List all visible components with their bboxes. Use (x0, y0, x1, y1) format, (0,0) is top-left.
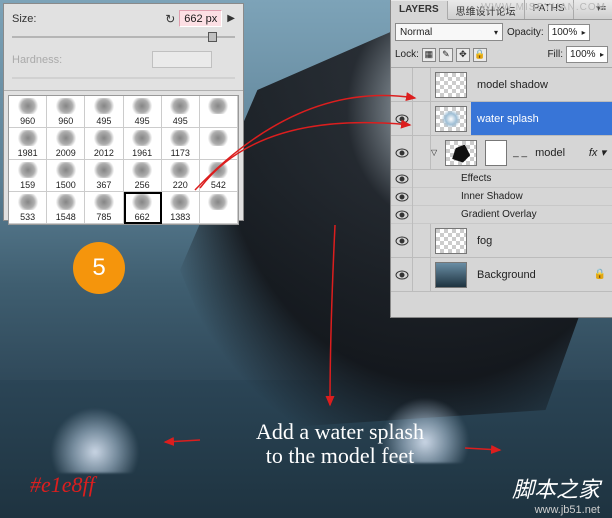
brush-preset[interactable]: 1981 (9, 128, 47, 160)
layer-row[interactable]: fog (391, 224, 612, 258)
layer-name[interactable]: water splash (471, 102, 612, 135)
layer-thumbnail[interactable] (435, 72, 467, 98)
opacity-label: Opacity: (507, 27, 544, 38)
step-badge: 5 (73, 242, 125, 294)
brush-preset[interactable]: 495 (162, 96, 200, 128)
visibility-toggle[interactable] (391, 68, 413, 101)
brush-preset[interactable]: 533 (9, 192, 47, 224)
visibility-toggle[interactable] (391, 224, 413, 257)
fill-label: Fill: (547, 49, 563, 60)
brush-preset[interactable]: 960 (9, 96, 47, 128)
fx-indicator[interactable]: fx ▾ (589, 146, 606, 159)
brush-preset[interactable]: 662 (124, 192, 162, 224)
brush-preset[interactable]: 542 (200, 160, 238, 192)
brush-preset[interactable]: 495 (124, 96, 162, 128)
layer-row[interactable]: model shadow (391, 68, 612, 102)
lock-label: Lock: (395, 49, 419, 60)
brush-preset[interactable] (200, 192, 238, 224)
layer-row[interactable]: water splash (391, 102, 612, 136)
brush-preset[interactable]: 367 (85, 160, 123, 192)
brush-preset[interactable]: 1961 (124, 128, 162, 160)
watermark-cn: 脚本之家 (512, 472, 600, 504)
brush-preset[interactable] (200, 96, 238, 128)
brush-preset[interactable]: 960 (47, 96, 85, 128)
brush-grid: 9609604954954951981200920121961117315915… (8, 95, 239, 225)
visibility-toggle[interactable] (391, 258, 413, 291)
layer-thumbnail[interactable] (445, 140, 477, 166)
layer-row[interactable]: ▽ _ _ model fx ▾ (391, 136, 612, 170)
brush-preset[interactable] (200, 128, 238, 160)
layer-name[interactable]: model shadow (471, 68, 612, 101)
layer-thumbnail[interactable] (435, 262, 467, 288)
brush-preset[interactable]: 785 (85, 192, 123, 224)
color-code-label: #e1e8ff (30, 472, 95, 498)
lock-pixels-icon[interactable]: ✎ (439, 48, 453, 62)
vector-mask-thumbnail[interactable] (485, 140, 507, 166)
size-slider[interactable] (12, 31, 235, 45)
effects-header[interactable]: Effects (391, 170, 612, 188)
lock-all-icon[interactable]: 🔒 (473, 48, 487, 62)
layer-thumbnail[interactable] (435, 106, 467, 132)
brush-preset[interactable]: 159 (9, 160, 47, 192)
watermark-url: www.jb51.net (535, 504, 600, 516)
layer-name[interactable]: Background (471, 258, 594, 291)
brush-preset[interactable]: 1383 (162, 192, 200, 224)
effect-item[interactable]: Gradient Overlay (391, 206, 612, 224)
tab-layers[interactable]: LAYERS (391, 1, 448, 20)
brush-preset[interactable]: 1173 (162, 128, 200, 160)
size-field[interactable]: 662 px (179, 10, 222, 27)
lock-transparency-icon[interactable]: ▦ (422, 48, 436, 62)
brush-preset[interactable]: 495 (85, 96, 123, 128)
brush-preset[interactable]: 1500 (47, 160, 85, 192)
blend-mode-value: Normal (400, 27, 432, 38)
visibility-toggle[interactable] (391, 206, 413, 224)
hardness-label: Hardness: (12, 54, 62, 66)
visibility-toggle[interactable] (391, 188, 413, 206)
effect-item[interactable]: Inner Shadow (391, 188, 612, 206)
expand-fx-icon[interactable]: ▽ (431, 148, 437, 157)
size-slider-thumb[interactable] (208, 32, 217, 42)
layer-name[interactable]: model (529, 136, 589, 169)
brush-preset[interactable]: 2012 (85, 128, 123, 160)
brush-preset[interactable]: 1548 (47, 192, 85, 224)
layer-list: model shadow water splash ▽ _ _ model fx… (391, 68, 612, 316)
size-value: 662 px (184, 13, 217, 25)
visibility-toggle[interactable] (391, 136, 413, 169)
blend-mode-dropdown[interactable]: Normal ▾ (395, 23, 503, 41)
layer-name[interactable]: fog (471, 224, 612, 257)
splash-effect-left (40, 403, 150, 473)
opacity-field[interactable]: 100% ▸ (548, 24, 590, 41)
visibility-toggle[interactable] (391, 102, 413, 135)
reset-size-icon[interactable]: ↻ (165, 12, 175, 26)
visibility-toggle[interactable] (391, 170, 413, 188)
brush-preset-panel: Size: ↻ 662 px ▶ Hardness: ▶ 96096049549… (3, 3, 244, 221)
brush-preset[interactable]: 220 (162, 160, 200, 192)
layers-panel: LAYERS 思维设计论坛 PATHS ▾≡ Normal ▾ Opacity:… (390, 0, 612, 318)
lock-position-icon[interactable]: ✥ (456, 48, 470, 62)
lock-icon: 🔒 (594, 269, 606, 280)
brush-preset[interactable]: 2009 (47, 128, 85, 160)
hardness-field (152, 51, 212, 68)
watermark-top: WWW.MISSYUAN.COM (481, 2, 606, 13)
brush-flyout-icon[interactable]: ▶ (227, 13, 235, 24)
layer-row[interactable]: Background 🔒 (391, 258, 612, 292)
opacity-value: 100% (552, 27, 578, 38)
annotation-text: Add a water splashto the model feet (210, 420, 470, 468)
hardness-slider (12, 72, 235, 86)
chevron-down-icon: ▾ (494, 28, 498, 37)
brush-preset[interactable]: 256 (124, 160, 162, 192)
fill-field[interactable]: 100% ▸ (566, 46, 608, 63)
fill-value: 100% (570, 49, 596, 60)
layer-thumbnail[interactable] (435, 228, 467, 254)
size-label: Size: (12, 13, 52, 25)
